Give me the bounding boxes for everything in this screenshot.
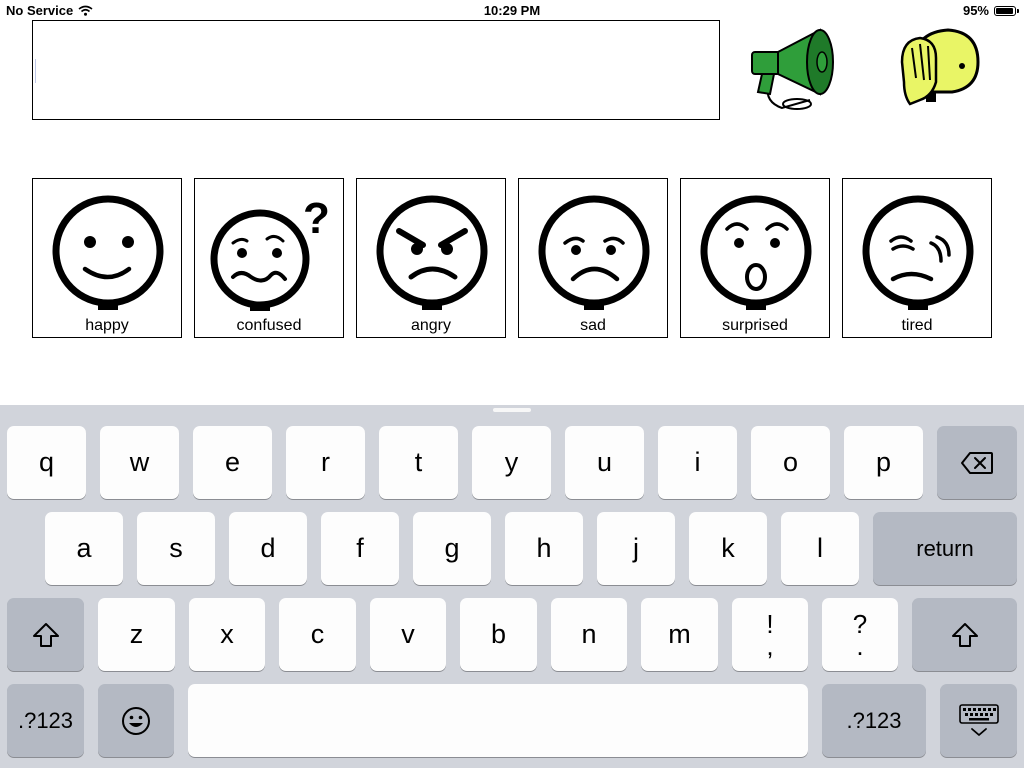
emotion-label: confused bbox=[236, 317, 302, 334]
key-g[interactable]: g bbox=[413, 512, 491, 585]
key-o[interactable]: o bbox=[751, 426, 830, 499]
key-u[interactable]: u bbox=[565, 426, 644, 499]
key-p[interactable]: p bbox=[844, 426, 923, 499]
key-l[interactable]: l bbox=[781, 512, 859, 585]
key-z[interactable]: z bbox=[98, 598, 175, 671]
keyboard-grabber[interactable] bbox=[493, 408, 531, 412]
clear-button[interactable] bbox=[890, 22, 990, 114]
key-r[interactable]: r bbox=[286, 426, 365, 499]
key-v[interactable]: v bbox=[370, 598, 446, 671]
face-palm-icon bbox=[900, 28, 980, 106]
key-y[interactable]: y bbox=[472, 426, 551, 499]
key-d[interactable]: d bbox=[229, 512, 307, 585]
angry-face-icon bbox=[376, 195, 488, 310]
key-n[interactable]: n bbox=[551, 598, 627, 671]
message-input[interactable] bbox=[32, 20, 720, 120]
emotion-label: happy bbox=[85, 317, 129, 334]
megaphone-icon bbox=[751, 28, 834, 110]
numbers-key-left[interactable]: .?123 bbox=[7, 684, 84, 757]
confused-face-icon: ? bbox=[210, 194, 330, 311]
key-x[interactable]: x bbox=[189, 598, 265, 671]
speak-button[interactable] bbox=[740, 22, 840, 114]
backspace-icon bbox=[961, 451, 993, 474]
onscreen-keyboard: q w e r t y u i o p a s d f g h j k l re… bbox=[0, 405, 1024, 768]
return-key[interactable]: return bbox=[873, 512, 1017, 585]
emotion-tile-angry[interactable]: angry bbox=[356, 178, 506, 338]
shift-key-right[interactable] bbox=[912, 598, 1017, 671]
keyboard-dismiss-icon bbox=[958, 703, 999, 736]
key-k[interactable]: k bbox=[689, 512, 767, 585]
key-i[interactable]: i bbox=[658, 426, 737, 499]
key-w[interactable]: w bbox=[100, 426, 179, 499]
clock: 10:29 PM bbox=[483, 3, 541, 18]
key-e[interactable]: e bbox=[193, 426, 272, 499]
emotion-label: surprised bbox=[722, 317, 788, 334]
key-exclaim-comma[interactable]: ! , bbox=[732, 598, 808, 671]
tired-face-icon bbox=[862, 195, 974, 310]
status-bar: No Service 10:29 PM 95% bbox=[0, 0, 1024, 20]
shift-icon bbox=[951, 622, 978, 647]
key-t[interactable]: t bbox=[379, 426, 458, 499]
text-caret bbox=[35, 59, 36, 83]
key-question-period[interactable]: ? . bbox=[822, 598, 898, 671]
emoji-icon bbox=[122, 706, 150, 735]
key-s[interactable]: s bbox=[137, 512, 215, 585]
numbers-key-right[interactable]: .?123 bbox=[822, 684, 926, 757]
key-f[interactable]: f bbox=[321, 512, 399, 585]
key-a[interactable]: a bbox=[45, 512, 123, 585]
shift-icon bbox=[32, 622, 59, 647]
happy-face-icon bbox=[52, 195, 164, 310]
surprised-face-icon bbox=[700, 195, 812, 310]
delete-key[interactable] bbox=[937, 426, 1017, 499]
key-h[interactable]: h bbox=[505, 512, 583, 585]
status-right: 95% bbox=[962, 3, 1019, 18]
emotion-tile-sad[interactable]: sad bbox=[518, 178, 668, 338]
emotion-tile-happy[interactable]: happy bbox=[32, 178, 182, 338]
key-q[interactable]: q bbox=[7, 426, 86, 499]
key-b[interactable]: b bbox=[460, 598, 537, 671]
emotion-tile-confused[interactable]: ? confused bbox=[194, 178, 344, 338]
shift-key-left[interactable] bbox=[7, 598, 84, 671]
key-j[interactable]: j bbox=[597, 512, 675, 585]
emotion-label: angry bbox=[410, 317, 452, 334]
key-m[interactable]: m bbox=[641, 598, 718, 671]
svg-text:?: ? bbox=[303, 194, 330, 243]
emotion-label: sad bbox=[580, 317, 606, 334]
emotion-label: tired bbox=[901, 317, 933, 334]
emoji-key[interactable] bbox=[98, 684, 174, 757]
battery-fill bbox=[996, 7, 1014, 14]
emotion-tile-surprised[interactable]: surprised bbox=[680, 178, 830, 338]
key-bottom-char: . bbox=[856, 630, 864, 661]
space-bar[interactable] bbox=[188, 684, 808, 757]
key-c[interactable]: c bbox=[279, 598, 356, 671]
battery-icon bbox=[994, 5, 1019, 16]
key-bottom-char: , bbox=[766, 630, 774, 661]
sad-face-icon bbox=[538, 195, 650, 310]
battery-percent: 95% bbox=[962, 3, 989, 18]
dismiss-keyboard-key[interactable] bbox=[940, 684, 1017, 757]
emotion-tile-tired[interactable]: tired bbox=[842, 178, 992, 338]
